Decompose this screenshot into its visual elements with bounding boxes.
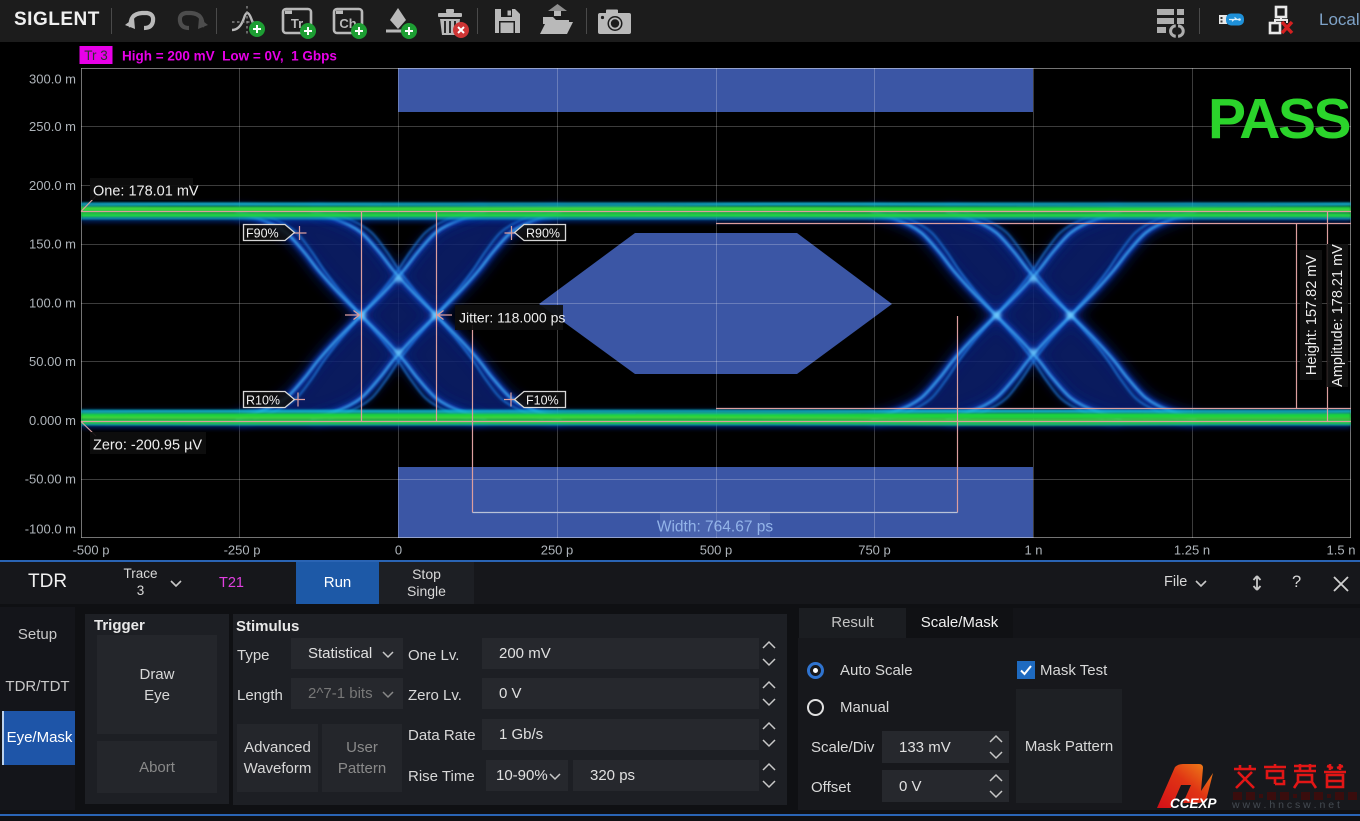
- svg-text:500 p: 500 p: [700, 543, 733, 558]
- svg-text:250 p: 250 p: [541, 543, 574, 558]
- svg-text:1 n: 1 n: [1024, 543, 1042, 558]
- svg-text:Jitter: 118.000 ps: Jitter: 118.000 ps: [459, 310, 565, 326]
- svg-text:R10%: R10%: [246, 393, 280, 407]
- svg-text:w w w . h n c s w . n e t: w w w . h n c s w . n e t: [1231, 799, 1340, 810]
- svg-text:Zero: -200.95 µV: Zero: -200.95 µV: [93, 438, 202, 454]
- svg-text:One: 178.01 mV: One: 178.01 mV: [93, 184, 199, 200]
- svg-text:Amplitude: 178.21 mV: Amplitude: 178.21 mV: [1330, 244, 1346, 387]
- svg-text:R90%: R90%: [526, 226, 560, 240]
- svg-text:1.25 n: 1.25 n: [1174, 543, 1210, 558]
- svg-text:-500 p: -500 p: [73, 543, 110, 558]
- svg-text:CCEXP: CCEXP: [1170, 796, 1218, 810]
- svg-text:0: 0: [395, 543, 402, 558]
- svg-text:High = 200 mV Low = 0V, 1 Gb: High = 200 mV Low = 0V, 1 Gbps: [122, 49, 337, 64]
- svg-text:1.5 n: 1.5 n: [1327, 543, 1356, 558]
- svg-text:Height: 157.82 mV: Height: 157.82 mV: [1304, 255, 1320, 375]
- svg-text:PASS: PASS: [1208, 87, 1349, 151]
- svg-text:Tr 3: Tr 3: [84, 48, 108, 63]
- svg-text:-250 p: -250 p: [224, 543, 261, 558]
- svg-text:750 p: 750 p: [858, 543, 891, 558]
- svg-text:F10%: F10%: [526, 393, 559, 407]
- svg-text:Width: 764.67 ps: Width: 764.67 ps: [657, 519, 774, 536]
- svg-text:F90%: F90%: [246, 226, 279, 240]
